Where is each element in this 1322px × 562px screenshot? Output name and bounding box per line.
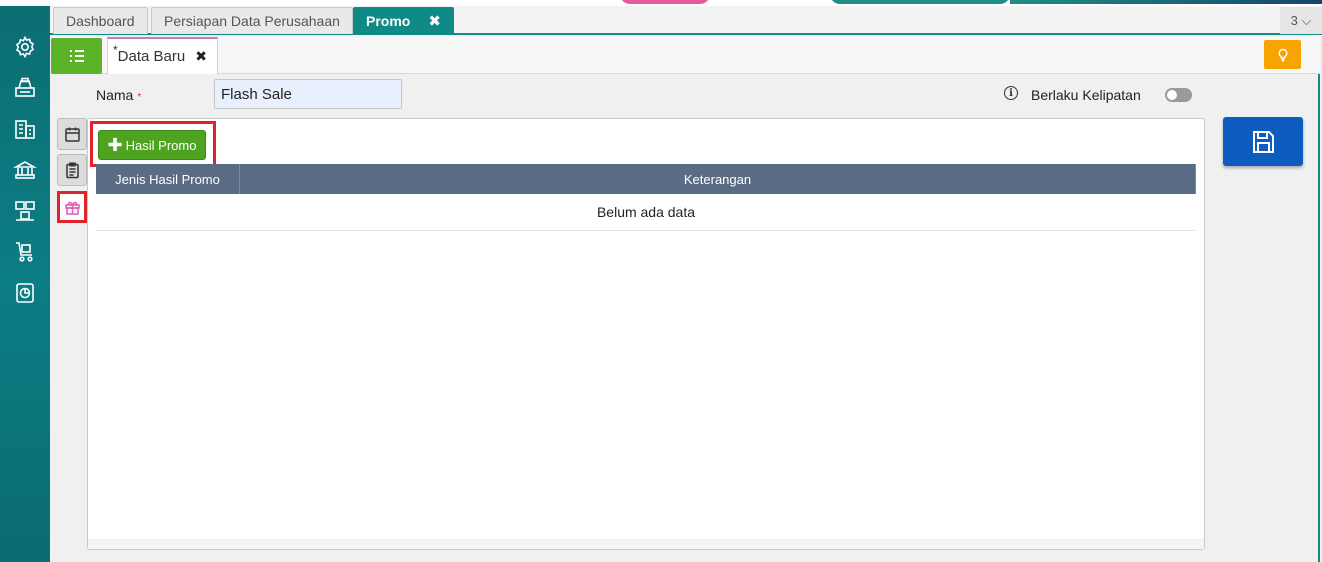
toggle-knob [1167, 90, 1177, 100]
close-icon[interactable]: ✖ [195, 48, 207, 65]
lightbulb-icon [1278, 48, 1287, 62]
empty-state-text: Belum ada data [96, 194, 1196, 231]
panel-footer [88, 539, 1204, 549]
gear-icon[interactable] [11, 33, 39, 61]
tips-button[interactable] [1264, 40, 1301, 69]
tab-dashboard[interactable]: Dashboard [53, 7, 148, 34]
nama-input[interactable] [214, 79, 402, 109]
top-decoration-shape [1010, 0, 1322, 4]
column-header-keterangan[interactable]: Keterangan [240, 164, 1196, 194]
nama-label-text: Nama [96, 87, 134, 103]
info-icon[interactable]: i [1004, 86, 1018, 100]
hasil-promo-table: Jenis Hasil Promo Keterangan Belum ada d… [96, 164, 1196, 231]
list-icon [69, 50, 84, 62]
unsaved-marker: * [113, 42, 118, 57]
nama-label: Nama * [96, 87, 141, 103]
tab-overflow-counter[interactable]: 3 ⌵ [1280, 7, 1322, 34]
subtab-data-baru[interactable]: * Data Baru ✖ [107, 37, 218, 74]
hasil-promo-panel: ✚ Hasil Promo Jenis Hasil Promo Keterang… [87, 118, 1205, 550]
required-mark: * [137, 92, 142, 103]
top-decoration-shape [620, 0, 710, 4]
clipboard-tab-button[interactable] [57, 154, 87, 186]
clipboard-icon [65, 161, 79, 178]
berlaku-kelipatan-label: Berlaku Kelipatan [1031, 87, 1141, 103]
report-icon[interactable] [11, 279, 39, 307]
save-icon [1253, 130, 1274, 153]
tab-persiapan-data-perusahaan[interactable]: Persiapan Data Perusahaan [151, 7, 353, 34]
tab-promo[interactable]: Promo ✖ [353, 7, 454, 34]
warehouse-icon[interactable] [11, 197, 39, 225]
table-header: Jenis Hasil Promo Keterangan [96, 164, 1196, 194]
tab-bar: Dashboard Persiapan Data Perusahaan Prom… [50, 6, 1322, 35]
bank-icon[interactable] [11, 156, 39, 184]
building-icon[interactable] [11, 115, 39, 143]
add-button-label: Hasil Promo [125, 137, 197, 153]
berlaku-kelipatan-toggle[interactable] [1165, 88, 1192, 102]
cashier-icon[interactable] [11, 74, 39, 102]
sidebar [0, 6, 50, 562]
close-icon[interactable]: ✖ [428, 12, 441, 30]
tab-label: Persiapan Data Perusahaan [164, 13, 340, 29]
add-hasil-promo-button[interactable]: ✚ Hasil Promo [98, 130, 206, 160]
tab-label: Dashboard [66, 13, 135, 29]
gift-icon [64, 201, 80, 215]
top-decoration-shape [830, 0, 1010, 4]
plus-icon: ✚ [107, 135, 123, 155]
calendar-icon [64, 127, 80, 142]
add-button-highlight: ✚ Hasil Promo [90, 121, 216, 167]
cart-icon[interactable] [11, 238, 39, 266]
tab-label: Promo [366, 13, 411, 29]
sub-toolbar: * Data Baru ✖ [50, 37, 1320, 74]
gift-tab-button[interactable] [57, 191, 87, 223]
subtab-label: Data Baru [117, 48, 186, 65]
save-button[interactable] [1223, 117, 1303, 166]
content-area: * Data Baru ✖ Nama* i Berlaku Kelipatan … [50, 37, 1320, 562]
calendar-tab-button[interactable] [57, 118, 87, 150]
list-menu-button[interactable] [51, 38, 102, 74]
column-header-jenis[interactable]: Jenis Hasil Promo [96, 164, 240, 194]
